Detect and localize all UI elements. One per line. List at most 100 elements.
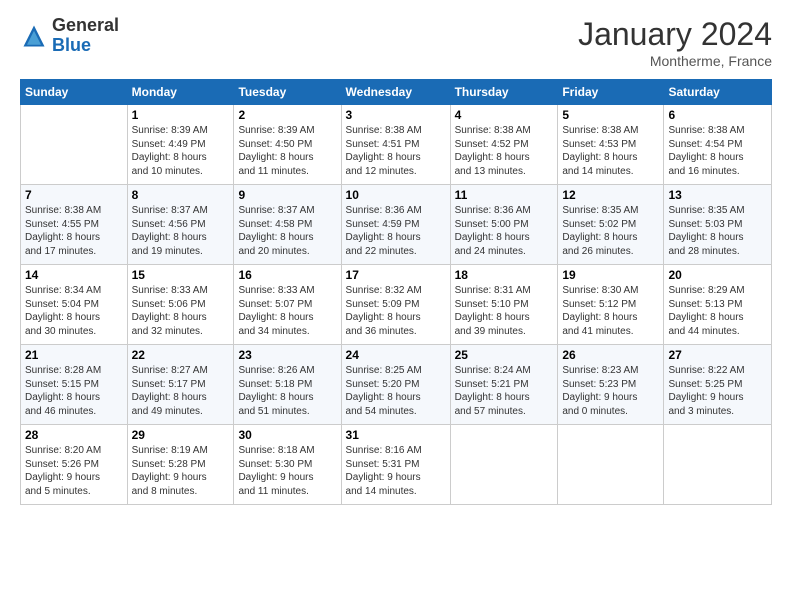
calendar-table: Sunday Monday Tuesday Wednesday Thursday… [20,79,772,505]
day-number: 8 [132,188,230,202]
day-info: Sunrise: 8:18 AM Sunset: 5:30 PM Dayligh… [238,444,336,498]
calendar-header-row: Sunday Monday Tuesday Wednesday Thursday… [21,80,772,105]
day-number: 29 [132,428,230,442]
day-info: Sunrise: 8:36 AM Sunset: 4:59 PM Dayligh… [346,204,446,258]
title-block: January 2024 Montherme, France [578,16,772,69]
table-row: 17 Sunrise: 8:32 AM Sunset: 5:09 PM Dayli… [341,265,450,345]
page: General Blue January 2024 Montherme, Fra… [0,0,792,612]
day-number: 16 [238,268,336,282]
col-thursday: Thursday [450,80,558,105]
calendar-week-row: 7 Sunrise: 8:38 AM Sunset: 4:55 PM Daylig… [21,185,772,265]
location-subtitle: Montherme, France [578,53,772,69]
table-row: 26Sunrise: 8:23 AM Sunset: 5:23 PM Dayli… [558,345,664,425]
day-number: 24 [346,348,446,362]
day-number: 20 [668,268,767,282]
day-number: 4 [455,108,554,122]
table-row: 28Sunrise: 8:20 AM Sunset: 5:26 PM Dayli… [21,425,128,505]
table-row: 15Sunrise: 8:33 AM Sunset: 5:06 PM Dayli… [127,265,234,345]
table-row: 20 Sunrise: 8:29 AM Sunset: 5:13 PM Dayli… [664,265,772,345]
day-number: 31 [346,428,446,442]
table-row [21,105,128,185]
day-info: Sunrise: 8:33 AM Sunset: 5:07 PM Dayligh… [238,284,336,338]
table-row: 13Sunrise: 8:35 AM Sunset: 5:03 PM Dayli… [664,185,772,265]
logo-general-text: General [52,16,119,36]
table-row [450,425,558,505]
table-row: 24 Sunrise: 8:25 AM Sunset: 5:20 PM Dayli… [341,345,450,425]
table-row: 2 Sunrise: 8:39 AM Sunset: 4:50 PM Daylig… [234,105,341,185]
day-info: Sunrise: 8:39 AM Sunset: 4:49 PM Dayligh… [132,124,230,178]
calendar-week-row: 1 Sunrise: 8:39 AM Sunset: 4:49 PM Daylig… [21,105,772,185]
day-number: 2 [238,108,336,122]
day-number: 26 [562,348,659,362]
day-info: Sunrise: 8:16 AM Sunset: 5:31 PM Dayligh… [346,444,446,498]
day-info: Sunrise: 8:27 AM Sunset: 5:17 PM Dayligh… [132,364,230,418]
day-info: Sunrise: 8:39 AM Sunset: 4:50 PM Dayligh… [238,124,336,178]
day-info: Sunrise: 8:38 AM Sunset: 4:53 PM Dayligh… [562,124,659,178]
table-row: 3 Sunrise: 8:38 AM Sunset: 4:51 PM Daylig… [341,105,450,185]
day-number: 17 [346,268,446,282]
table-row: 7 Sunrise: 8:38 AM Sunset: 4:55 PM Daylig… [21,185,128,265]
table-row: 19 Sunrise: 8:30 AM Sunset: 5:12 PM Dayli… [558,265,664,345]
table-row: 31 Sunrise: 8:16 AM Sunset: 5:31 PM Dayli… [341,425,450,505]
day-number: 11 [455,188,554,202]
header: General Blue January 2024 Montherme, Fra… [20,16,772,69]
day-info: Sunrise: 8:33 AM Sunset: 5:06 PM Dayligh… [132,284,230,338]
day-info: Sunrise: 8:25 AM Sunset: 5:20 PM Dayligh… [346,364,446,418]
day-info: Sunrise: 8:37 AM Sunset: 4:56 PM Dayligh… [132,204,230,258]
table-row: 16 Sunrise: 8:33 AM Sunset: 5:07 PM Dayli… [234,265,341,345]
table-row: 25Sunrise: 8:24 AM Sunset: 5:21 PM Dayli… [450,345,558,425]
table-row: 10 Sunrise: 8:36 AM Sunset: 4:59 PM Dayli… [341,185,450,265]
table-row: 5Sunrise: 8:38 AM Sunset: 4:53 PM Daylig… [558,105,664,185]
table-row: 8 Sunrise: 8:37 AM Sunset: 4:56 PM Daylig… [127,185,234,265]
table-row: 6Sunrise: 8:38 AM Sunset: 4:54 PM Daylig… [664,105,772,185]
day-info: Sunrise: 8:35 AM Sunset: 5:02 PM Dayligh… [562,204,659,258]
col-friday: Friday [558,80,664,105]
calendar-week-row: 14Sunrise: 8:34 AM Sunset: 5:04 PM Dayli… [21,265,772,345]
day-number: 7 [25,188,123,202]
table-row: 23Sunrise: 8:26 AM Sunset: 5:18 PM Dayli… [234,345,341,425]
calendar-week-row: 28Sunrise: 8:20 AM Sunset: 5:26 PM Dayli… [21,425,772,505]
col-saturday: Saturday [664,80,772,105]
col-sunday: Sunday [21,80,128,105]
day-info: Sunrise: 8:30 AM Sunset: 5:12 PM Dayligh… [562,284,659,338]
day-info: Sunrise: 8:37 AM Sunset: 4:58 PM Dayligh… [238,204,336,258]
logo-icon [20,22,48,50]
table-row: 18Sunrise: 8:31 AM Sunset: 5:10 PM Dayli… [450,265,558,345]
day-number: 19 [562,268,659,282]
col-wednesday: Wednesday [341,80,450,105]
day-info: Sunrise: 8:31 AM Sunset: 5:10 PM Dayligh… [455,284,554,338]
table-row: 14Sunrise: 8:34 AM Sunset: 5:04 PM Dayli… [21,265,128,345]
day-info: Sunrise: 8:26 AM Sunset: 5:18 PM Dayligh… [238,364,336,418]
table-row: 29Sunrise: 8:19 AM Sunset: 5:28 PM Dayli… [127,425,234,505]
day-info: Sunrise: 8:28 AM Sunset: 5:15 PM Dayligh… [25,364,123,418]
day-number: 6 [668,108,767,122]
day-number: 27 [668,348,767,362]
day-info: Sunrise: 8:20 AM Sunset: 5:26 PM Dayligh… [25,444,123,498]
day-number: 3 [346,108,446,122]
day-number: 21 [25,348,123,362]
table-row: 9 Sunrise: 8:37 AM Sunset: 4:58 PM Daylig… [234,185,341,265]
day-number: 12 [562,188,659,202]
table-row [664,425,772,505]
day-number: 10 [346,188,446,202]
day-info: Sunrise: 8:38 AM Sunset: 4:55 PM Dayligh… [25,204,123,258]
day-number: 22 [132,348,230,362]
table-row: 11 Sunrise: 8:36 AM Sunset: 5:00 PM Dayli… [450,185,558,265]
day-info: Sunrise: 8:36 AM Sunset: 5:00 PM Dayligh… [455,204,554,258]
day-number: 13 [668,188,767,202]
day-number: 9 [238,188,336,202]
day-info: Sunrise: 8:38 AM Sunset: 4:51 PM Dayligh… [346,124,446,178]
day-number: 30 [238,428,336,442]
table-row: 21 Sunrise: 8:28 AM Sunset: 5:15 PM Dayli… [21,345,128,425]
table-row: 1 Sunrise: 8:39 AM Sunset: 4:49 PM Daylig… [127,105,234,185]
day-info: Sunrise: 8:32 AM Sunset: 5:09 PM Dayligh… [346,284,446,338]
day-info: Sunrise: 8:29 AM Sunset: 5:13 PM Dayligh… [668,284,767,338]
day-number: 1 [132,108,230,122]
month-title: January 2024 [578,16,772,53]
table-row: 4 Sunrise: 8:38 AM Sunset: 4:52 PM Daylig… [450,105,558,185]
table-row [558,425,664,505]
day-info: Sunrise: 8:38 AM Sunset: 4:52 PM Dayligh… [455,124,554,178]
table-row: 22 Sunrise: 8:27 AM Sunset: 5:17 PM Dayli… [127,345,234,425]
logo-blue-text: Blue [52,36,119,56]
table-row: 12 Sunrise: 8:35 AM Sunset: 5:02 PM Dayli… [558,185,664,265]
